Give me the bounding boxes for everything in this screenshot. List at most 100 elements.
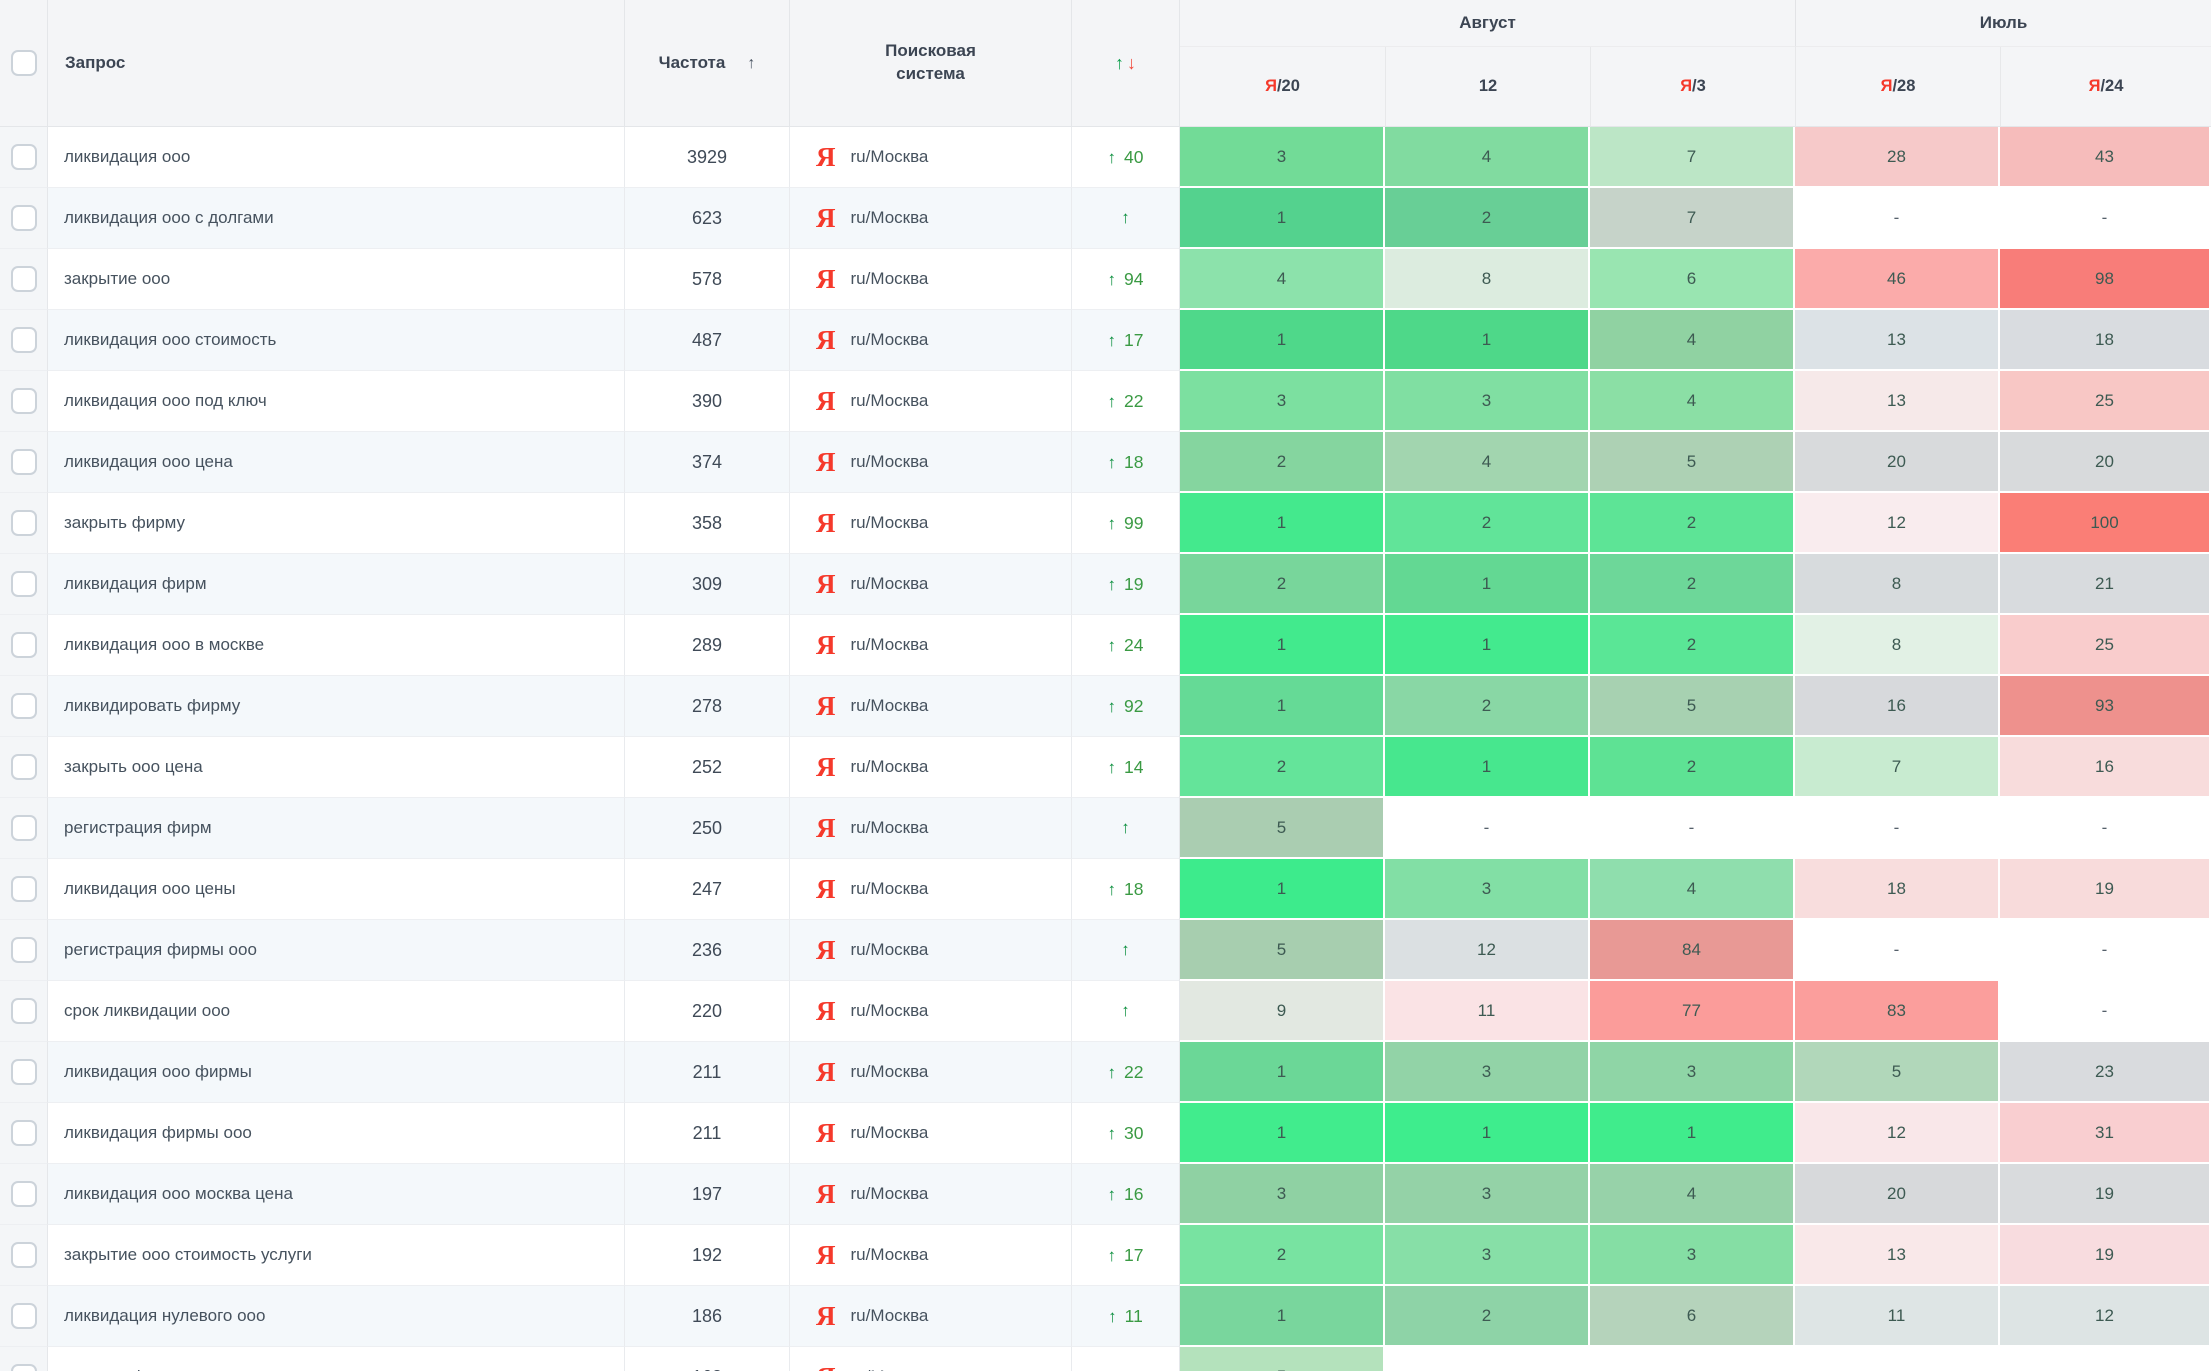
position-cell[interactable]: 1 bbox=[1385, 554, 1590, 615]
position-cell[interactable]: 1 bbox=[1180, 1042, 1385, 1103]
position-cell[interactable]: 1 bbox=[1180, 676, 1385, 737]
position-cell[interactable]: 6 bbox=[1590, 249, 1795, 310]
position-cell[interactable]: 98 bbox=[2000, 249, 2211, 310]
position-cell[interactable]: 3 bbox=[1385, 1225, 1590, 1286]
position-cell[interactable]: 1 bbox=[1590, 1103, 1795, 1164]
position-cell[interactable]: 1 bbox=[1180, 188, 1385, 249]
date-column-header[interactable]: Я/24 bbox=[2000, 47, 2211, 127]
position-cell[interactable]: 2 bbox=[1180, 737, 1385, 798]
position-cell[interactable]: 6 bbox=[1590, 1286, 1795, 1347]
select-all-checkbox[interactable] bbox=[11, 50, 37, 76]
position-cell[interactable]: 7 bbox=[1590, 127, 1795, 188]
position-cell[interactable]: 2 bbox=[1385, 493, 1590, 554]
position-cell[interactable]: 31 bbox=[2000, 1103, 2211, 1164]
position-cell[interactable]: 5 bbox=[1180, 1347, 1385, 1371]
row-checkbox[interactable] bbox=[11, 449, 37, 475]
position-cell[interactable]: 3 bbox=[1385, 859, 1590, 920]
position-cell[interactable]: 2 bbox=[1180, 1225, 1385, 1286]
query-cell[interactable]: регистрация фирм bbox=[48, 798, 625, 859]
position-cell[interactable]: 1 bbox=[1180, 310, 1385, 371]
position-cell[interactable]: 16 bbox=[1795, 676, 2000, 737]
position-cell[interactable]: 20 bbox=[1795, 432, 2000, 493]
position-cell[interactable]: 1 bbox=[1180, 1103, 1385, 1164]
row-checkbox[interactable] bbox=[11, 1242, 37, 1268]
row-checkbox[interactable] bbox=[11, 1181, 37, 1207]
position-cell[interactable]: - bbox=[2000, 188, 2211, 249]
position-cell[interactable]: 3 bbox=[1385, 371, 1590, 432]
row-checkbox[interactable] bbox=[11, 815, 37, 841]
query-cell[interactable]: регистрация фирмы ооо bbox=[48, 920, 625, 981]
position-cell[interactable]: 5 bbox=[1180, 798, 1385, 859]
position-cell[interactable]: 4 bbox=[1590, 859, 1795, 920]
position-cell[interactable]: - bbox=[2000, 798, 2211, 859]
query-cell[interactable]: закрыть ооо цена bbox=[48, 737, 625, 798]
query-cell[interactable]: ликвидация фирмы ооо bbox=[48, 1103, 625, 1164]
row-checkbox[interactable] bbox=[11, 1059, 37, 1085]
query-cell[interactable]: ликвидация ооо bbox=[48, 127, 625, 188]
position-cell[interactable]: 3 bbox=[1385, 1164, 1590, 1225]
query-cell[interactable]: ликвидация ооо цена bbox=[48, 432, 625, 493]
position-cell[interactable]: 23 bbox=[2000, 1042, 2211, 1103]
position-cell[interactable]: 77 bbox=[1590, 981, 1795, 1042]
position-cell[interactable] bbox=[2000, 1347, 2211, 1371]
query-cell[interactable]: ликвидация ооо с долгами bbox=[48, 188, 625, 249]
position-cell[interactable]: - bbox=[1590, 798, 1795, 859]
position-cell[interactable]: 100 bbox=[2000, 493, 2211, 554]
position-cell[interactable]: 46 bbox=[1795, 249, 2000, 310]
position-cell[interactable]: 7 bbox=[1590, 188, 1795, 249]
up-arrow-icon[interactable]: ↑ bbox=[1115, 53, 1124, 73]
position-cell[interactable]: 3 bbox=[1180, 371, 1385, 432]
query-cell[interactable]: ликвидировать фирму bbox=[48, 676, 625, 737]
position-cell[interactable]: 4 bbox=[1180, 249, 1385, 310]
position-cell[interactable]: 11 bbox=[1795, 1286, 2000, 1347]
position-cell[interactable]: 19 bbox=[2000, 859, 2211, 920]
position-cell[interactable]: 3 bbox=[1590, 1225, 1795, 1286]
sort-asc-icon[interactable]: ↑ bbox=[747, 55, 755, 72]
position-cell[interactable]: 3 bbox=[1590, 1042, 1795, 1103]
position-cell[interactable]: 43 bbox=[2000, 127, 2211, 188]
position-cell[interactable]: 1 bbox=[1180, 1286, 1385, 1347]
query-cell[interactable]: ликвидация ооо под ключ bbox=[48, 371, 625, 432]
position-cell[interactable]: 1 bbox=[1385, 737, 1590, 798]
row-checkbox[interactable] bbox=[11, 571, 37, 597]
position-cell[interactable]: 25 bbox=[2000, 371, 2211, 432]
position-cell[interactable] bbox=[1795, 1347, 2000, 1371]
position-cell[interactable]: 2 bbox=[1180, 554, 1385, 615]
position-cell[interactable]: 2 bbox=[1590, 554, 1795, 615]
position-cell[interactable]: 1 bbox=[1180, 859, 1385, 920]
row-checkbox[interactable] bbox=[11, 754, 37, 780]
query-cell[interactable]: закрытие ооо стоимость услуги bbox=[48, 1225, 625, 1286]
query-cell[interactable]: ликвидация фирм bbox=[48, 554, 625, 615]
position-cell[interactable]: 19 bbox=[2000, 1164, 2211, 1225]
row-checkbox[interactable] bbox=[11, 327, 37, 353]
position-cell[interactable]: 25 bbox=[2000, 615, 2211, 676]
position-cell[interactable]: 1 bbox=[1385, 1103, 1590, 1164]
position-cell[interactable]: 13 bbox=[1795, 1225, 2000, 1286]
position-cell[interactable]: 2 bbox=[1590, 615, 1795, 676]
query-cell[interactable]: закрытие ооо bbox=[48, 249, 625, 310]
row-checkbox[interactable] bbox=[11, 632, 37, 658]
position-cell[interactable]: 2 bbox=[1590, 493, 1795, 554]
position-cell[interactable]: - bbox=[2000, 920, 2211, 981]
position-cell[interactable]: 12 bbox=[1795, 493, 2000, 554]
position-cell[interactable]: 3 bbox=[1180, 1164, 1385, 1225]
row-checkbox[interactable] bbox=[11, 205, 37, 231]
position-cell[interactable]: 19 bbox=[2000, 1225, 2211, 1286]
row-checkbox[interactable] bbox=[11, 876, 37, 902]
row-checkbox[interactable] bbox=[11, 510, 37, 536]
position-cell[interactable]: 3 bbox=[1180, 127, 1385, 188]
position-cell[interactable]: 1 bbox=[1385, 615, 1590, 676]
position-cell[interactable]: 2 bbox=[1590, 737, 1795, 798]
position-cell[interactable]: - bbox=[1795, 188, 2000, 249]
position-cell[interactable]: - bbox=[2000, 981, 2211, 1042]
position-cell[interactable]: 12 bbox=[1385, 920, 1590, 981]
date-column-header[interactable]: Я/3 bbox=[1590, 47, 1795, 127]
change-column-header[interactable]: ↑↓ bbox=[1072, 0, 1180, 127]
position-cell[interactable]: 28 bbox=[1795, 127, 2000, 188]
query-cell[interactable]: ликвидация ооо фирмы bbox=[48, 1042, 625, 1103]
position-cell[interactable]: - bbox=[1795, 798, 2000, 859]
position-cell[interactable]: 1 bbox=[1180, 615, 1385, 676]
row-checkbox[interactable] bbox=[11, 388, 37, 414]
position-cell[interactable]: 4 bbox=[1590, 371, 1795, 432]
position-cell[interactable]: 20 bbox=[2000, 432, 2211, 493]
